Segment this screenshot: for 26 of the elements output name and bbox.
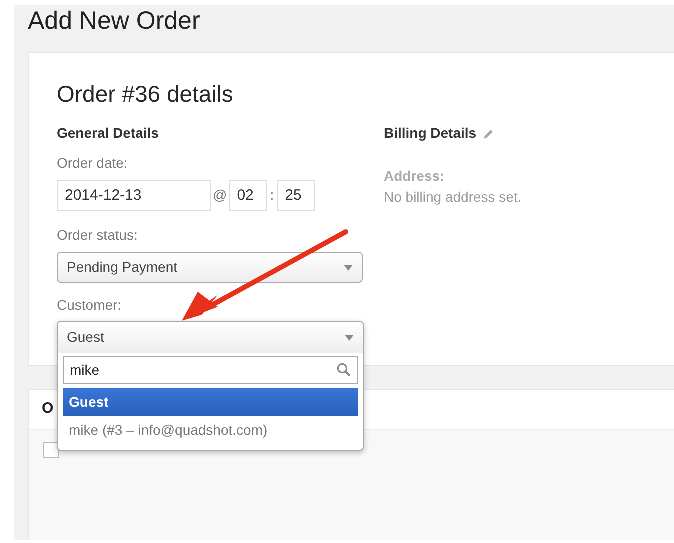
- search-field[interactable]: mike: [63, 356, 358, 384]
- address-text: No billing address set.: [384, 188, 522, 207]
- minute-field[interactable]: 25: [277, 180, 316, 211]
- hour-field[interactable]: 02: [229, 180, 268, 211]
- caret-icon: [344, 264, 353, 270]
- dropdown-option[interactable]: Guest: [63, 388, 358, 416]
- date-field[interactable]: 2014-12-13: [57, 180, 211, 211]
- selected-value: Guest: [67, 328, 104, 347]
- field-label: Customer:: [57, 296, 123, 315]
- at-sign: @: [213, 186, 228, 205]
- caret-icon: [345, 334, 354, 340]
- select-all-checkbox[interactable]: [43, 442, 59, 458]
- status-select[interactable]: Pending Payment: [57, 252, 363, 283]
- panel-title: Order #36 details: [57, 80, 234, 109]
- field-label: Order date:: [57, 154, 129, 173]
- dropdown-option[interactable]: mike (#3 – info@quadshot.com): [63, 416, 358, 444]
- panel-title: O: [42, 399, 54, 420]
- section-heading: Billing Details: [384, 124, 477, 143]
- search-icon: [337, 363, 351, 377]
- pencil-icon[interactable]: [482, 128, 495, 140]
- field-label: Order status:: [57, 226, 139, 245]
- field-label: Address:: [384, 167, 446, 186]
- section-heading: General Details: [57, 124, 160, 143]
- time-separator: :: [270, 186, 274, 205]
- customer-select[interactable]: Guest mike Guest mike (#3 – info@quadshot.com): [57, 321, 364, 451]
- page-title: Add New Order: [28, 6, 202, 37]
